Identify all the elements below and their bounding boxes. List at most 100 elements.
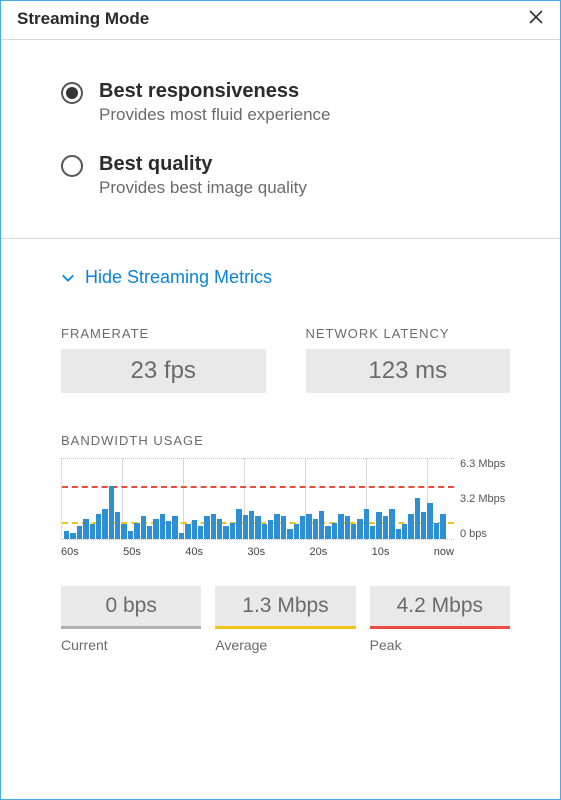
chart-bar bbox=[64, 531, 69, 539]
toggle-streaming-metrics[interactable]: Hide Streaming Metrics bbox=[61, 267, 510, 288]
chart-bar bbox=[96, 514, 101, 539]
framerate-value: 23 fps bbox=[61, 349, 266, 393]
bandwidth-average: 1.3 Mbps Average bbox=[215, 586, 355, 653]
close-icon[interactable] bbox=[528, 9, 544, 29]
chart-bar bbox=[427, 503, 432, 539]
chart-bar bbox=[109, 486, 114, 539]
chart-bar bbox=[230, 523, 235, 540]
chart-plot-area bbox=[61, 458, 454, 540]
y-tick: 3.2 Mbps bbox=[460, 493, 510, 505]
bandwidth-stats: 0 bps Current 1.3 Mbps Average 4.2 Mbps … bbox=[61, 586, 510, 653]
chart-bar bbox=[300, 516, 305, 539]
chart-bar bbox=[185, 524, 190, 539]
option-best-responsiveness[interactable]: Best responsiveness Provides most fluid … bbox=[61, 80, 510, 125]
chart-bar bbox=[332, 523, 337, 540]
chart-bar bbox=[421, 512, 426, 539]
metrics-section: Hide Streaming Metrics FRAMERATE 23 fps … bbox=[1, 239, 560, 683]
bandwidth-peak: 4.2 Mbps Peak bbox=[370, 586, 510, 653]
bandwidth-average-value: 1.3 Mbps bbox=[215, 586, 355, 629]
chart-bar bbox=[306, 514, 311, 539]
bandwidth-current: 0 bps Current bbox=[61, 586, 201, 653]
chart-bar bbox=[345, 516, 350, 539]
x-tick: 60s bbox=[61, 546, 79, 558]
y-tick: 0 bps bbox=[460, 528, 510, 540]
chart-bar bbox=[102, 509, 107, 539]
chart-bar bbox=[370, 526, 375, 539]
chart-bar bbox=[268, 520, 273, 539]
option-title: Best quality bbox=[99, 153, 307, 176]
latency-block: NETWORK LATENCY 123 ms bbox=[306, 326, 511, 393]
window-title: Streaming Mode bbox=[17, 9, 149, 29]
chart-bar bbox=[128, 531, 133, 539]
chart-bar bbox=[389, 509, 394, 539]
option-subtitle: Provides most fluid experience bbox=[99, 105, 331, 125]
bandwidth-average-label: Average bbox=[215, 637, 355, 653]
chart-bar bbox=[357, 519, 362, 539]
option-subtitle: Provides best image quality bbox=[99, 178, 307, 198]
chart-bar bbox=[77, 526, 82, 539]
chart-bar bbox=[376, 512, 381, 539]
chart-bar bbox=[274, 514, 279, 539]
x-axis-ticks: 60s50s40s30s20s10snow bbox=[61, 546, 510, 558]
chart-bar bbox=[236, 509, 241, 539]
option-title: Best responsiveness bbox=[99, 80, 331, 103]
chart-bar bbox=[160, 514, 165, 539]
chart-bar bbox=[153, 519, 158, 539]
x-tick: 30s bbox=[247, 546, 265, 558]
bandwidth-current-label: Current bbox=[61, 637, 201, 653]
x-tick: 10s bbox=[372, 546, 390, 558]
y-tick: 6.3 Mbps bbox=[460, 458, 510, 470]
chevron-down-icon bbox=[61, 271, 75, 285]
chart-bar bbox=[83, 519, 88, 539]
chart-bar bbox=[217, 519, 222, 539]
chart-bar bbox=[364, 509, 369, 539]
chart-bar bbox=[396, 529, 401, 539]
x-tick: 40s bbox=[185, 546, 203, 558]
chart-bar bbox=[287, 529, 292, 539]
bandwidth-peak-value: 4.2 Mbps bbox=[370, 586, 510, 629]
toggle-label: Hide Streaming Metrics bbox=[85, 267, 272, 288]
chart-bar bbox=[147, 526, 152, 539]
chart-bar bbox=[319, 511, 324, 539]
chart-bar bbox=[134, 523, 139, 540]
option-best-quality[interactable]: Best quality Provides best image quality bbox=[61, 153, 510, 198]
chart-bar bbox=[166, 521, 171, 539]
bandwidth-current-value: 0 bps bbox=[61, 586, 201, 629]
chart-bar bbox=[204, 516, 209, 539]
chart-bar bbox=[440, 514, 445, 539]
framerate-block: FRAMERATE 23 fps bbox=[61, 326, 266, 393]
chart-bar bbox=[249, 511, 254, 539]
framerate-label: FRAMERATE bbox=[61, 326, 266, 341]
radio-selected-icon bbox=[61, 82, 83, 104]
x-tick: 20s bbox=[310, 546, 328, 558]
chart-bar bbox=[255, 516, 260, 539]
x-tick: now bbox=[434, 546, 454, 558]
chart-bar bbox=[243, 515, 248, 539]
chart-bar bbox=[192, 520, 197, 539]
stats-row: FRAMERATE 23 fps NETWORK LATENCY 123 ms bbox=[61, 326, 510, 393]
chart-bar bbox=[172, 516, 177, 539]
chart-bar bbox=[115, 512, 120, 539]
chart-bar bbox=[179, 533, 184, 539]
y-axis-ticks: 6.3 Mbps 3.2 Mbps 0 bps bbox=[454, 458, 510, 540]
chart-bar bbox=[313, 519, 318, 539]
chart-bar bbox=[338, 514, 343, 539]
latency-value: 123 ms bbox=[306, 349, 511, 393]
chart-bar bbox=[223, 526, 228, 539]
chart-bar bbox=[351, 524, 356, 539]
chart-bar bbox=[70, 533, 75, 539]
chart-bar bbox=[402, 524, 407, 539]
titlebar: Streaming Mode bbox=[1, 1, 560, 40]
radio-unselected-icon bbox=[61, 155, 83, 177]
chart-bar bbox=[408, 514, 413, 539]
chart-bar bbox=[281, 516, 286, 539]
chart-bar bbox=[434, 523, 439, 540]
chart-bar bbox=[262, 524, 267, 539]
chart-bar bbox=[383, 516, 388, 539]
chart-bar bbox=[294, 524, 299, 539]
chart-bar bbox=[198, 526, 203, 539]
bandwidth-peak-label: Peak bbox=[370, 637, 510, 653]
bandwidth-usage-label: BANDWIDTH USAGE bbox=[61, 433, 510, 448]
chart-bar bbox=[211, 514, 216, 539]
chart-bar bbox=[90, 524, 95, 539]
